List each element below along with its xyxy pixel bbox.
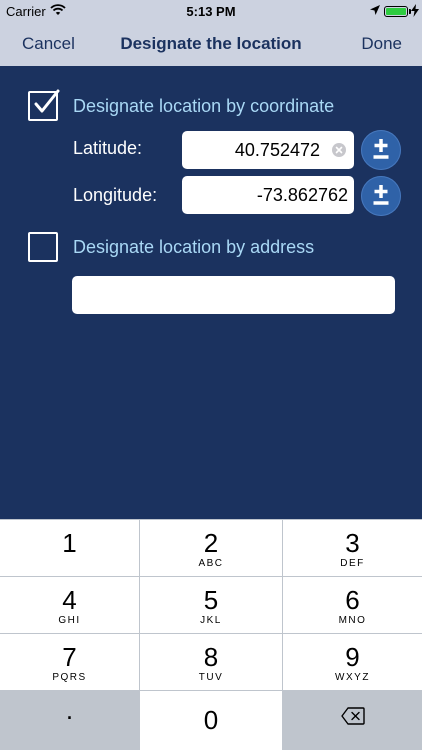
key-7[interactable]: 7 PQRS — [0, 634, 139, 690]
key-1[interactable]: 1 — [0, 520, 139, 576]
key-0[interactable]: 0 — [140, 691, 282, 750]
key-decimal-point[interactable]: . — [0, 691, 139, 750]
navigation-bar: Cancel Designate the location Done — [0, 22, 422, 66]
plus-minus-icon — [373, 139, 389, 159]
backspace-icon — [341, 707, 365, 725]
longitude-plus-minus-button[interactable] — [361, 176, 401, 216]
status-bar: Carrier 5:13 PM — [0, 0, 422, 22]
coordinate-checkbox[interactable] — [28, 89, 60, 121]
key-6[interactable]: 6 MNO — [283, 577, 422, 633]
status-time: 5:13 PM — [186, 4, 236, 19]
key-8[interactable]: 8 TUV — [140, 634, 282, 690]
key-4[interactable]: 4 GHI — [0, 577, 139, 633]
page-title: Designate the location — [120, 34, 302, 53]
key-2[interactable]: 2 ABC — [140, 520, 282, 576]
plus-minus-icon — [373, 185, 389, 205]
clear-icon[interactable] — [332, 143, 346, 157]
coordinate-option-label[interactable]: Designate location by coordinate — [73, 96, 334, 117]
latitude-field[interactable]: 40.752472 — [182, 131, 354, 169]
checkmark-icon — [34, 89, 60, 113]
key-3[interactable]: 3 DEF — [283, 520, 422, 576]
key-5[interactable]: 5 JKL — [140, 577, 282, 633]
backspace-key[interactable] — [283, 691, 422, 750]
numeric-keypad: 1 2 ABC 3 DEF 4 GHI 5 JKL 6 MNO 7 PQRS 8… — [0, 519, 422, 750]
done-button[interactable]: Done — [361, 34, 402, 54]
latitude-plus-minus-button[interactable] — [361, 130, 401, 170]
address-option-label[interactable]: Designate location by address — [73, 237, 314, 258]
longitude-value: -73.862762 — [256, 185, 348, 205]
latitude-value: 40.752472 — [234, 140, 320, 160]
longitude-field[interactable]: -73.862762 — [182, 176, 354, 214]
charging-bolt-icon — [411, 4, 419, 17]
latitude-label: Latitude: — [73, 138, 143, 158]
battery-icon — [384, 6, 408, 17]
address-input[interactable] — [72, 276, 395, 314]
key-9[interactable]: 9 WXYZ — [283, 634, 422, 690]
longitude-label: Longitude: — [73, 185, 158, 205]
location-arrow-icon — [370, 5, 380, 15]
address-checkbox[interactable] — [28, 232, 58, 262]
